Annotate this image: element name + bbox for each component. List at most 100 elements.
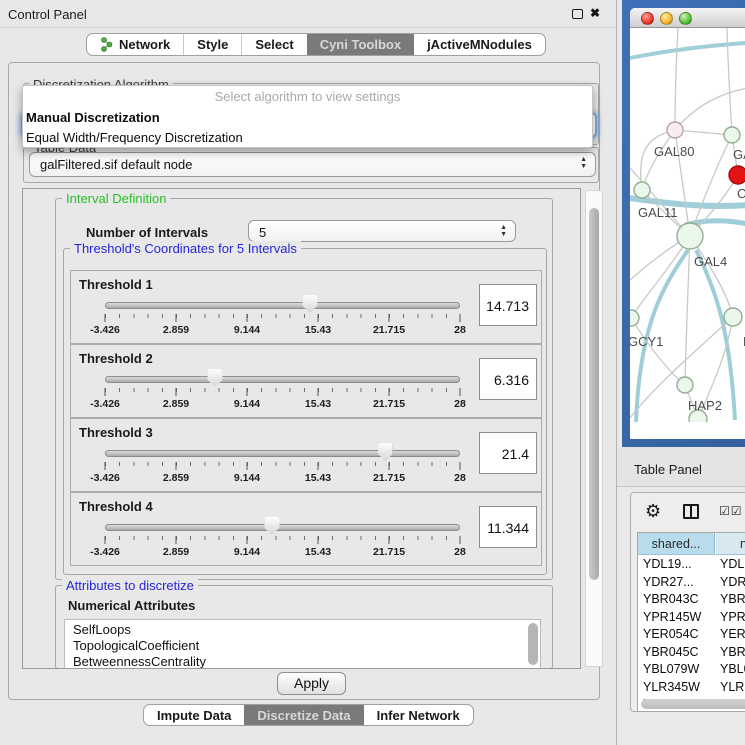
control-panel-tabbar: Network Style Select Cyni Toolbox jActiv… xyxy=(86,33,546,56)
table-data-selected-value: galFiltered.sif default node xyxy=(40,157,192,172)
tab-network[interactable]: Network xyxy=(87,34,183,55)
slider-scale-labels: -3.4262.8599.14415.4321.71528 xyxy=(105,324,460,337)
node-attribute-table: shared... na YDL19...YDL1 YDR27...YDR2 Y… xyxy=(637,532,745,712)
network-icon xyxy=(100,37,113,52)
threshold-2-value-field[interactable]: 6.316 xyxy=(479,358,537,400)
node-label: GAL11 xyxy=(638,205,678,220)
attributes-group: Attributes to discretize Numerical Attri… xyxy=(55,585,553,669)
slider-track[interactable] xyxy=(105,524,460,531)
table-row[interactable]: YBR045CYBR0 xyxy=(638,644,745,662)
dropdown-option-manual-discretization[interactable]: Manual Discretization xyxy=(23,108,592,128)
table-row[interactable]: YDR27...YDR2 xyxy=(638,574,745,592)
network-nodes xyxy=(630,122,745,422)
close-icon[interactable]: ✖ xyxy=(590,6,600,20)
cyni-bottom-tabbar: Impute Data Discretize Data Infer Networ… xyxy=(143,704,474,726)
control-panel-title: Control Panel xyxy=(8,7,87,22)
dropdown-option-equal-width-frequency[interactable]: Equal Width/Frequency Discretization xyxy=(23,128,592,148)
tab-impute-data[interactable]: Impute Data xyxy=(144,705,244,725)
slider-handle[interactable] xyxy=(264,517,279,535)
gear-icon[interactable]: ⚙ xyxy=(645,501,661,522)
list-item[interactable]: TopologicalCoefficient xyxy=(73,638,199,653)
algorithm-dropdown-popup: Select algorithm to view settings Manual… xyxy=(22,85,593,148)
table-row[interactable]: YBR043CYBR0 xyxy=(638,591,745,609)
numerical-attributes-list: SelfLoops TopologicalCoefficient Between… xyxy=(64,619,541,669)
threshold-1-slider[interactable]: -3.4262.8599.14415.4321.71528 xyxy=(105,295,460,339)
node-label: HAP2 xyxy=(688,398,722,413)
table-row[interactable]: YLR345WYLR3 xyxy=(638,679,745,697)
node-red-selected[interactable] xyxy=(729,166,745,184)
network-canvas[interactable]: GAL80 GA C GAL11 GAL4 GCY1 H HAP2 xyxy=(630,28,745,422)
number-of-intervals-spinner[interactable]: 5 ▲▼ xyxy=(248,220,516,242)
network-window-titlebar[interactable] xyxy=(630,8,745,28)
table-row[interactable]: YBL079WYBL0 xyxy=(638,661,745,679)
slider-handle[interactable] xyxy=(302,295,317,313)
slider-scale-labels: -3.4262.8599.14415.4321.71528 xyxy=(105,546,460,559)
control-panel-window: Control Panel ✖ Network Style Select Cyn… xyxy=(0,0,617,745)
node-gal11[interactable] xyxy=(634,182,650,198)
threshold-4-panel: Threshold 4 -3.4262.8599.14415.4321.7152… xyxy=(70,492,542,566)
attributes-group-title: Attributes to discretize xyxy=(62,578,198,593)
node-label: GA xyxy=(733,147,745,162)
threshold-coordinates-title: Threshold's Coordinates for 5 Intervals xyxy=(70,241,301,256)
mac-minimize-icon[interactable] xyxy=(660,12,673,25)
float-window-icon[interactable] xyxy=(572,9,583,19)
table-row[interactable]: YPR145WYPR1 xyxy=(638,609,745,627)
settings-vertical-scrollbar[interactable] xyxy=(585,190,603,667)
tab-infer-network[interactable]: Infer Network xyxy=(364,705,473,725)
node-label: GAL4 xyxy=(694,254,727,269)
dropdown-placeholder-option[interactable]: Select algorithm to view settings xyxy=(23,87,592,107)
table-row[interactable]: YER054CYER0 xyxy=(638,626,745,644)
slider-handle[interactable] xyxy=(378,443,393,461)
tab-style[interactable]: Style xyxy=(183,34,241,55)
number-of-intervals-value: 5 xyxy=(259,225,266,240)
threshold-2-slider[interactable]: -3.4262.8599.14415.4321.71528 xyxy=(105,369,460,413)
threshold-1-panel: Threshold 1 -3.4262.8599.14415.4321.7152… xyxy=(70,270,542,344)
threshold-coordinates-group: Threshold's Coordinates for 5 Intervals … xyxy=(63,248,547,575)
network-inner-window: GAL80 GA C GAL11 GAL4 GCY1 H HAP2 xyxy=(630,8,745,439)
threshold-1-value-field[interactable]: 14.713 xyxy=(479,284,537,326)
threshold-3-value-field[interactable]: 21.4 xyxy=(479,432,537,474)
node-gal80[interactable] xyxy=(667,122,683,138)
slider-track[interactable] xyxy=(105,302,460,309)
tab-cyni-toolbox[interactable]: Cyni Toolbox xyxy=(307,34,414,55)
threshold-3-slider[interactable]: -3.4262.8599.14415.4321.71528 xyxy=(105,443,460,487)
table-row[interactable]: YDL19...YDL1 xyxy=(638,556,745,574)
spinner-caret-icon: ▲▼ xyxy=(500,224,507,238)
slider-scale-labels: -3.4262.8599.14415.4321.71528 xyxy=(105,472,460,485)
tab-jactivemnodules[interactable]: jActiveMNodules xyxy=(414,34,545,55)
table-data-combobox[interactable]: galFiltered.sif default node ▲▼ xyxy=(29,152,596,177)
table-panel-body: ⚙ ☑☑ shared... na YDL19...YDL1 YDR27...Y… xyxy=(617,487,745,745)
network-graph: GAL80 GA C GAL11 GAL4 GCY1 H HAP2 xyxy=(630,28,745,422)
column-header-name[interactable]: na xyxy=(716,533,745,555)
scrollbar-thumb[interactable] xyxy=(589,208,599,580)
threshold-4-value-field[interactable]: 11.344 xyxy=(479,506,537,548)
network-view-window: GAL80 GA C GAL11 GAL4 GCY1 H HAP2 xyxy=(622,0,745,447)
tab-discretize-data[interactable]: Discretize Data xyxy=(244,705,363,725)
column-layout-icon[interactable] xyxy=(683,504,699,519)
tab-select[interactable]: Select xyxy=(241,34,306,55)
slider-track[interactable] xyxy=(105,376,460,383)
slider-track[interactable] xyxy=(105,450,460,457)
column-header-shared-name[interactable]: shared... xyxy=(638,533,715,555)
list-item[interactable]: BetweennessCentrality xyxy=(73,654,206,669)
node-label: C xyxy=(737,186,745,201)
node-gcy1[interactable] xyxy=(630,310,639,326)
node-h[interactable] xyxy=(724,308,742,326)
tab-network-label: Network xyxy=(119,37,170,52)
select-columns-icon[interactable]: ☑☑ xyxy=(719,504,743,518)
interval-definition-group: Interval Definition Number of Intervals … xyxy=(55,198,553,580)
slider-handle[interactable] xyxy=(208,369,223,387)
cyni-toolbox-panel: Discretization Algorithm ▲▼ Select algor… xyxy=(8,62,600,700)
threshold-4-slider[interactable]: -3.4262.8599.14415.4321.71528 xyxy=(105,517,460,561)
node-gal4[interactable] xyxy=(677,223,703,249)
list-scrollbar[interactable] xyxy=(528,623,538,665)
node-hap2[interactable] xyxy=(677,377,693,393)
list-item[interactable]: SelfLoops xyxy=(73,622,131,637)
node-ga[interactable] xyxy=(724,127,740,143)
table-horizontal-scrollbar[interactable] xyxy=(641,699,745,709)
mac-zoom-icon[interactable] xyxy=(679,12,692,25)
apply-button[interactable]: Apply xyxy=(277,672,346,695)
mac-close-icon[interactable] xyxy=(641,12,654,25)
table-panel-title: Table Panel xyxy=(634,462,702,477)
screen: Control Panel ✖ Network Style Select Cyn… xyxy=(0,0,745,745)
